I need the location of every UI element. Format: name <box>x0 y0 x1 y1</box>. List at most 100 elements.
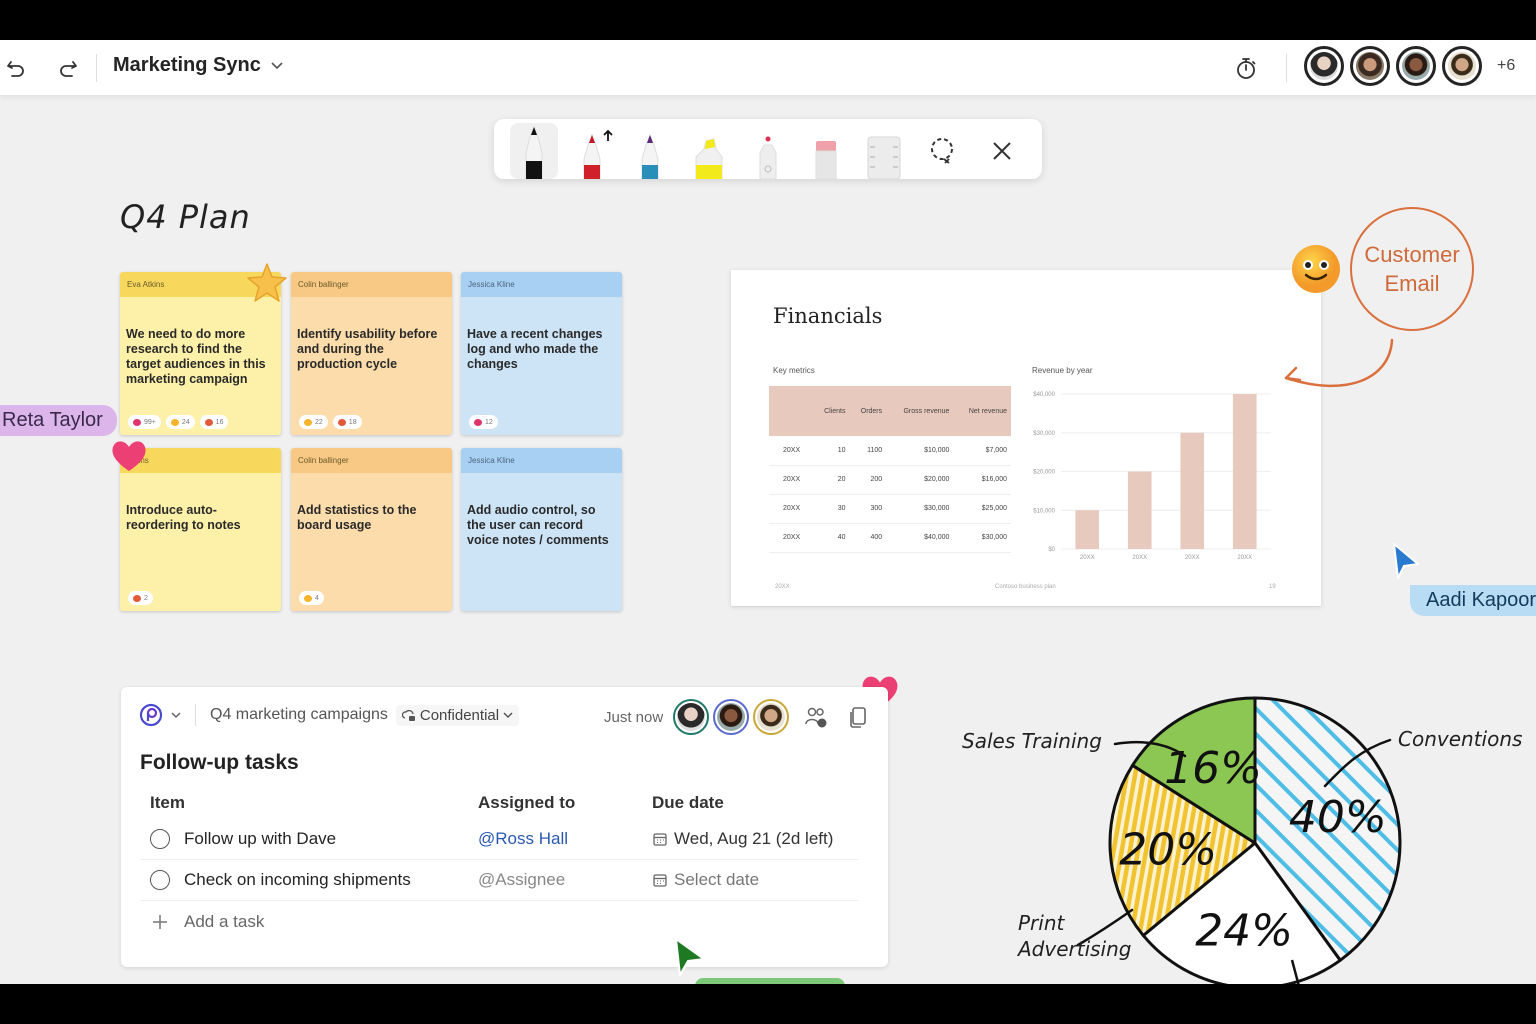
table-column-header <box>769 386 813 436</box>
redo-button[interactable] <box>52 52 84 84</box>
star-sticker-icon[interactable] <box>245 262 289 304</box>
table-cell: 1100 <box>849 436 887 466</box>
red-pen-tool[interactable] <box>570 123 618 180</box>
reaction-chip[interactable]: 12 <box>469 415 498 429</box>
chevron-down-icon[interactable] <box>171 711 181 719</box>
smiley-sticker-icon[interactable] <box>1291 244 1341 294</box>
x-tick-label: 20XX <box>1185 555 1200 561</box>
timer-button[interactable] <box>1230 52 1262 84</box>
pen-icon <box>525 125 543 180</box>
revenue-bar-chart: $0 $10,000 $20,000 $30,000 $40,000 20XX 20XX 20… <box>1033 392 1271 561</box>
reaction-chip[interactable]: 24 <box>165 415 195 429</box>
y-tick-label: $30,000 <box>1033 431 1055 437</box>
table-title: Key metrics <box>773 366 815 375</box>
reaction-chip[interactable]: 2 <box>128 591 153 605</box>
table-cell: 40 <box>812 523 850 553</box>
sticky-note[interactable]: Colin ballinger Identify usability before… <box>291 272 452 435</box>
reaction-chip[interactable]: 99+ <box>128 415 161 429</box>
table-cell: 300 <box>849 494 887 524</box>
task-complete-checkbox[interactable] <box>150 870 170 890</box>
participant-avatar[interactable] <box>1396 46 1436 86</box>
table-cell: 20XX <box>769 523 813 553</box>
participant-avatar[interactable] <box>1350 46 1390 86</box>
collaborator-cursor-label: Aadi Kapoor <box>1410 585 1536 616</box>
arrow-ink-icon[interactable] <box>1278 338 1398 400</box>
letterbox-bottom <box>0 984 1536 1024</box>
avatar-photo <box>1448 52 1476 80</box>
task-list-table: Item Assigned to Due date Follow up with… <box>140 787 858 942</box>
collaborator-avatar[interactable] <box>713 699 750 735</box>
pie-annotation-label: Sales Training <box>962 729 1102 753</box>
column-header-due: Due date <box>652 793 724 812</box>
blue-pen-tool[interactable] <box>628 123 676 180</box>
undo-button[interactable] <box>0 52 32 84</box>
collaborator-cursor-icon <box>1393 543 1419 579</box>
task-complete-checkbox[interactable] <box>150 829 170 849</box>
more-participants-count[interactable]: +6 <box>1497 57 1515 75</box>
highlighter-tool[interactable] <box>686 123 734 180</box>
workspace-name[interactable]: Q4 marketing campaigns <box>210 706 388 724</box>
sticky-note[interactable]: Colin ballinger Add statistics to the boa… <box>291 448 452 611</box>
eraser-tool[interactable] <box>802 123 850 180</box>
last-edited-timestamp: Just now <box>604 708 664 726</box>
sensitivity-label-dropdown[interactable]: Confidential <box>395 704 520 726</box>
laser-icon <box>759 136 777 180</box>
table-column-header: Clients <box>812 386 850 436</box>
task-due-date[interactable]: Wed, Aug 21 (2d left) <box>652 829 858 849</box>
reaction-chip[interactable]: 4 <box>299 591 324 605</box>
customer-email-line2: Email <box>1384 271 1440 296</box>
task-assignee[interactable]: @Ross Hall <box>478 829 652 849</box>
pen-icon <box>583 129 613 180</box>
reaction-chip[interactable]: 22 <box>299 415 328 429</box>
pie-data-label: 20% <box>1119 824 1217 875</box>
divider <box>1286 54 1287 82</box>
pen-icon <box>641 133 659 180</box>
lasso-select-button[interactable] <box>918 123 966 179</box>
copy-component-icon[interactable] <box>847 705 869 729</box>
avatar-photo <box>1310 52 1338 80</box>
task-assignee[interactable]: @Assignee <box>478 870 652 890</box>
table-column-header: Gross revenue <box>886 386 954 436</box>
laser-pointer-tool[interactable] <box>744 123 792 180</box>
heart-sticker-icon[interactable] <box>110 439 148 473</box>
close-toolbar-button[interactable] <box>978 123 1026 179</box>
task-item-text[interactable]: Follow up with Dave <box>184 829 336 849</box>
heart-icon <box>133 418 141 426</box>
table-cell: $7,000 <box>953 436 1011 466</box>
letterbox-top <box>0 0 1536 40</box>
reaction-count: 24 <box>181 418 190 426</box>
customer-email-shape[interactable]: Customer Email <box>1350 207 1474 331</box>
ruler-tool[interactable] <box>860 123 908 180</box>
add-task-button[interactable]: Add a task <box>140 901 858 942</box>
loop-logo-icon[interactable] <box>139 703 163 727</box>
table-cell: 20 <box>812 465 850 495</box>
task-item-text[interactable]: Check on incoming shipments <box>184 870 411 890</box>
financials-slide[interactable]: Financials Key metrics Clients Orders Gros… <box>731 270 1321 606</box>
reaction-chip[interactable]: 16 <box>199 415 229 429</box>
whiteboard-canvas[interactable]: Marketing Sync +6 Q4 Plan Eva Atkins We … <box>0 40 1536 984</box>
loop-component-card[interactable]: Q4 marketing campaigns Confidential Just… <box>121 687 888 967</box>
sticky-note[interactable]: Jessica Kline Add audio control, so the u… <box>461 448 622 611</box>
laugh-icon <box>204 418 213 426</box>
chevron-down-icon <box>271 61 283 69</box>
table-cell: 20XX <box>769 465 813 495</box>
calendar-icon <box>653 833 667 846</box>
sticky-note-text: Introduce auto-reordering to notes <box>126 503 241 532</box>
heart-icon <box>474 418 482 426</box>
sticky-note[interactable]: Jessica Kline Have a recent changes log a… <box>461 272 622 435</box>
sticky-note-text: Have a recent changes log and who made t… <box>467 327 603 371</box>
share-people-icon[interactable] <box>803 704 829 730</box>
reaction-chip[interactable]: 18 <box>332 415 362 429</box>
hand-drawn-pie-chart[interactable]: 40% 24% 20% 16% Sales Training Conventions Pri… <box>950 660 1536 984</box>
task-row: Follow up with Dave @Ross Hall Wed, Aug 21… <box>140 819 858 860</box>
collaborator-avatar[interactable] <box>753 699 790 735</box>
black-pen-tool[interactable] <box>510 123 558 180</box>
collaborator-avatar[interactable] <box>673 699 710 735</box>
reaction-list: 99+ 24 16 <box>128 415 229 429</box>
participant-avatar[interactable] <box>1442 46 1482 86</box>
lock-cloud-icon <box>401 709 415 721</box>
board-title-dropdown[interactable]: Marketing Sync <box>113 54 283 77</box>
task-due-date[interactable]: Select date <box>652 870 858 890</box>
participant-avatar[interactable] <box>1304 46 1344 86</box>
pie-annotation-label: Advertising <box>1016 937 1132 961</box>
